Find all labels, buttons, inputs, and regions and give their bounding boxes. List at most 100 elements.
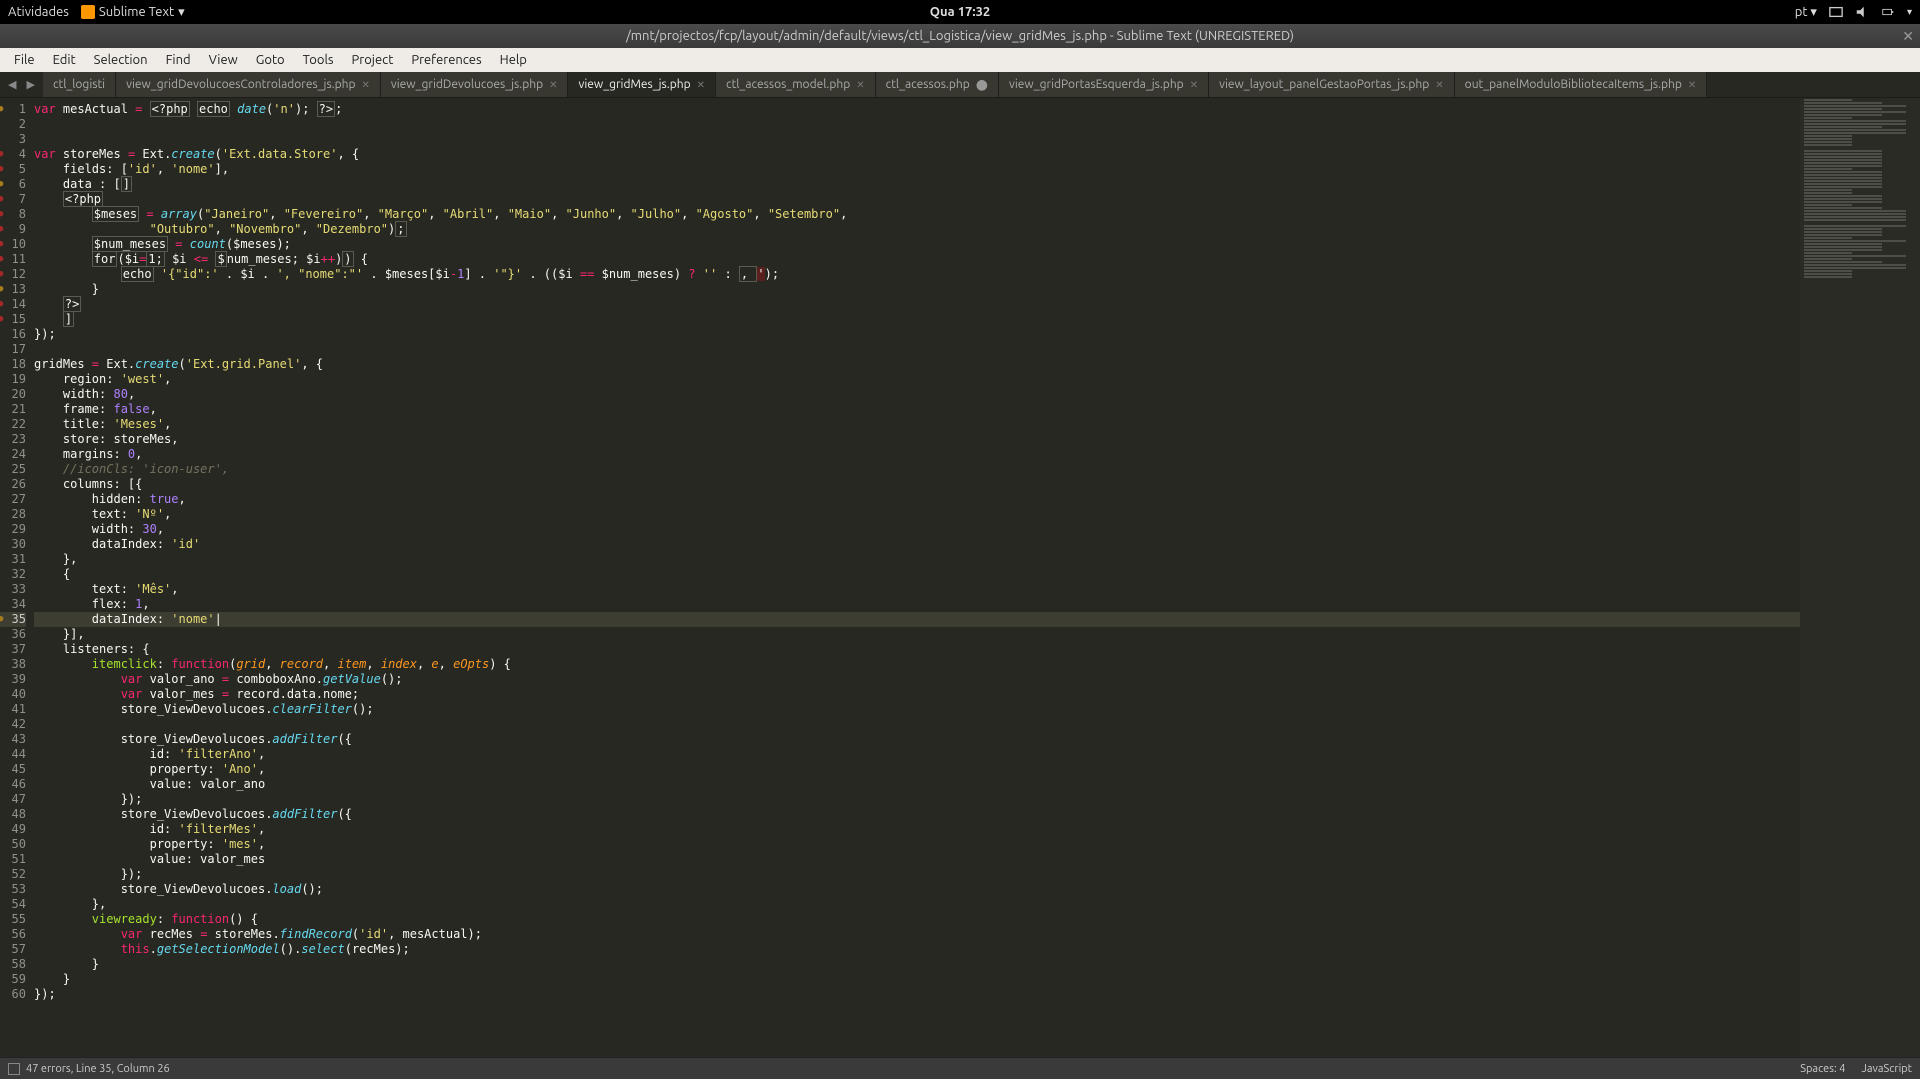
line-number[interactable]: 16 [0,327,26,342]
line-number[interactable]: 6 [0,177,26,192]
line-number[interactable]: 19 [0,372,26,387]
battery-icon[interactable] [1881,5,1895,19]
tab[interactable]: view_layout_panelGestaoPortas_js.php✕ [1209,72,1455,97]
code-line[interactable]: value: valor_mes [34,852,1800,867]
code-line[interactable]: itemclick: function(grid, record, item, … [34,657,1800,672]
line-number[interactable]: 58 [0,957,26,972]
tab[interactable]: ctl_acessos_model.php✕ [716,72,876,97]
code-line[interactable]: var valor_ano = comboboxAno.getValue(); [34,672,1800,687]
window-close-button[interactable]: ✕ [1902,28,1914,45]
code-line[interactable]: columns: [{ [34,477,1800,492]
line-number[interactable]: 18 [0,357,26,372]
app-indicator[interactable]: Sublime Text ▾ [81,5,185,20]
code-line[interactable]: } [34,957,1800,972]
minimap[interactable] [1800,98,1920,1057]
line-number[interactable]: 43 [0,732,26,747]
line-number[interactable]: 46 [0,777,26,792]
line-number[interactable]: 48 [0,807,26,822]
line-number[interactable]: 33 [0,582,26,597]
code-line[interactable]: region: 'west', [34,372,1800,387]
code-line[interactable]: } [34,972,1800,987]
code-line[interactable]: listeners: { [34,642,1800,657]
code-line[interactable]: echo '{"id":' . $i . ', "nome":"' . $mes… [34,267,1800,282]
line-number[interactable]: 42 [0,717,26,732]
line-number[interactable]: 59 [0,972,26,987]
line-number[interactable]: 53 [0,882,26,897]
line-number[interactable]: 51 [0,852,26,867]
menu-find[interactable]: Find [158,51,199,69]
line-number[interactable]: 50 [0,837,26,852]
code-line[interactable]: store_ViewDevolucoes.addFilter({ [34,807,1800,822]
tab-close-icon[interactable]: ✕ [549,79,557,91]
status-message[interactable]: 47 errors, Line 35, Column 26 [26,1063,170,1075]
tab[interactable]: view_gridPortasEsquerda_js.php✕ [999,72,1209,97]
tab[interactable]: view_gridMes_js.php✕ [568,72,716,97]
line-number[interactable]: 56 [0,927,26,942]
tab-close-icon[interactable]: ✕ [697,79,705,91]
line-number[interactable]: 28 [0,507,26,522]
tab-close-icon[interactable]: ✕ [1435,79,1443,91]
code-line[interactable]: property: 'mes', [34,837,1800,852]
code-line[interactable]: store_ViewDevolucoes.addFilter({ [34,732,1800,747]
line-number[interactable]: 8 [0,207,26,222]
line-number[interactable]: 36 [0,627,26,642]
code-line[interactable]: title: 'Meses', [34,417,1800,432]
code-line[interactable]: width: 30, [34,522,1800,537]
activities-button[interactable]: Atividades [8,5,69,19]
line-number[interactable]: 2 [0,117,26,132]
code-line[interactable]: { [34,567,1800,582]
code-line[interactable]: property: 'Ano', [34,762,1800,777]
code-line[interactable]: flex: 1, [34,597,1800,612]
code-line[interactable]: }); [34,867,1800,882]
code-line[interactable]: }, [34,552,1800,567]
line-number[interactable]: 34 [0,597,26,612]
tab[interactable]: ctl_acessos.php● [876,72,999,97]
line-number-gutter[interactable]: 1234567891011121314151617181920212223242… [0,98,34,1057]
code-line[interactable]: text: 'Mês', [34,582,1800,597]
code-line[interactable]: var storeMes = Ext.create('Ext.data.Stor… [34,147,1800,162]
code-line[interactable]: dataIndex: 'id' [34,537,1800,552]
code-line[interactable]: fields: ['id', 'nome'], [34,162,1800,177]
code-line[interactable]: }); [34,987,1800,1002]
line-number[interactable]: 49 [0,822,26,837]
code-line[interactable]: var recMes = storeMes.findRecord('id', m… [34,927,1800,942]
line-number[interactable]: 9 [0,222,26,237]
line-number[interactable]: 29 [0,522,26,537]
volume-icon[interactable] [1855,5,1869,19]
tab[interactable]: view_gridDevolucoes_js.php✕ [381,72,569,97]
line-number[interactable]: 7 [0,192,26,207]
tab-close-icon[interactable]: ✕ [856,79,864,91]
line-number[interactable]: 30 [0,537,26,552]
code-line[interactable]: margins: 0, [34,447,1800,462]
line-number[interactable]: 3 [0,132,26,147]
line-number[interactable]: 47 [0,792,26,807]
menu-help[interactable]: Help [492,51,535,69]
menu-preferences[interactable]: Preferences [403,51,489,69]
tab-close-icon[interactable]: ✕ [1688,79,1696,91]
code-line[interactable]: value: valor_ano [34,777,1800,792]
status-syntax[interactable]: JavaScript [1861,1063,1912,1075]
code-line[interactable] [34,342,1800,357]
tab-close-icon[interactable]: ✕ [1190,79,1198,91]
line-number[interactable]: 12 [0,267,26,282]
line-number[interactable]: 55 [0,912,26,927]
code-line[interactable]: store: storeMes, [34,432,1800,447]
system-menu-chevron-icon[interactable]: ▾ [1907,6,1912,18]
code-line[interactable]: ] [34,312,1800,327]
code-line[interactable]: store_ViewDevolucoes.load(); [34,882,1800,897]
line-number[interactable]: 60 [0,987,26,1002]
menu-goto[interactable]: Goto [248,51,293,69]
line-number[interactable]: 37 [0,642,26,657]
line-number[interactable]: 25 [0,462,26,477]
line-number[interactable]: 40 [0,687,26,702]
line-number[interactable]: 27 [0,492,26,507]
line-number[interactable]: 52 [0,867,26,882]
line-number[interactable]: 20 [0,387,26,402]
code-line[interactable] [34,132,1800,147]
tab[interactable]: ctl_logisti [43,72,116,97]
line-number[interactable]: 31 [0,552,26,567]
tab-history-forward-icon[interactable]: ▶ [22,76,38,93]
code-line[interactable]: }); [34,792,1800,807]
code-line[interactable]: $num_meses = count($meses); [34,237,1800,252]
line-number[interactable]: 57 [0,942,26,957]
